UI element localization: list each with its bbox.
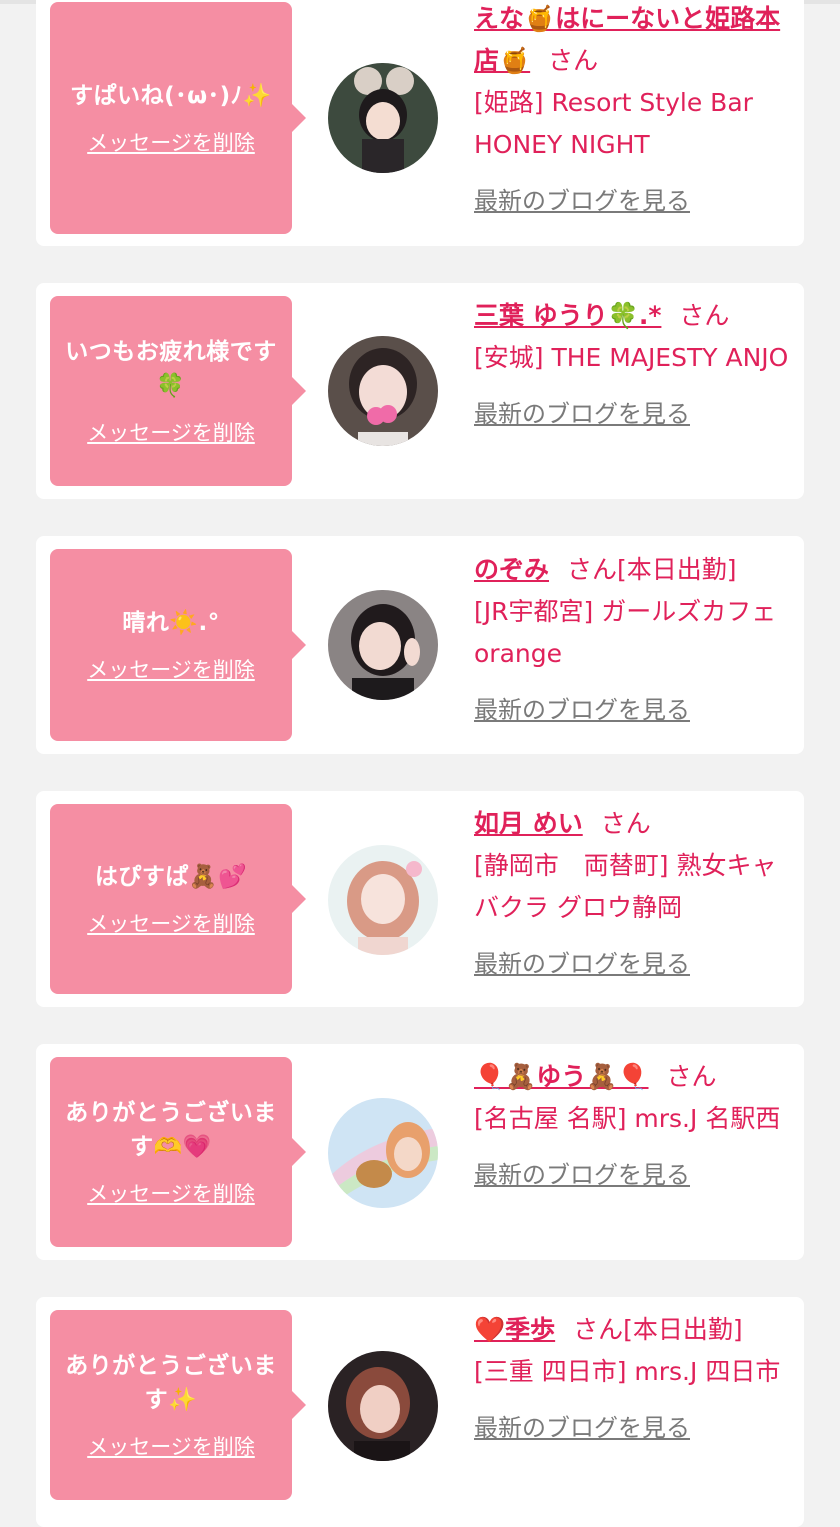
message-card: 晴れ☀️.° メッセージを削除 のぞみ さん[本日出勤] [JR宇都宮] ガールズ… — [36, 536, 804, 754]
honorific: さん — [573, 1315, 624, 1344]
message-text: 晴れ☀️.° — [122, 610, 220, 636]
avatar[interactable] — [328, 845, 438, 955]
work-status: [本日出勤] — [617, 555, 737, 584]
latest-blog-link[interactable]: 最新のブログを見る — [474, 689, 690, 731]
delete-message-link[interactable]: メッセージを削除 — [87, 127, 255, 157]
honorific: さん — [666, 1062, 717, 1091]
message-text: はぴすぱ🧸💕 — [94, 864, 248, 890]
store-name: [静岡市 両替町] 熟女キャバクラ グロウ静岡 — [474, 851, 777, 922]
store-name: [名古屋 名駅] mrs.J 名駅西 — [474, 1104, 781, 1133]
message-card: はぴすぱ🧸💕 メッセージを削除 如月 めい さん [静岡市 両替町] 熟女キャバク… — [36, 791, 804, 1007]
latest-blog-link[interactable]: 最新のブログを見る — [474, 943, 690, 985]
message-bubble: はぴすぱ🧸💕 メッセージを削除 — [50, 804, 306, 994]
avatar-photo — [328, 1098, 438, 1208]
delete-message-link[interactable]: メッセージを削除 — [87, 1431, 255, 1461]
message-bubble: すぱいね(･ω･)ﾉ✨ メッセージを削除 — [50, 2, 306, 234]
message-bubble: 晴れ☀️.° メッセージを削除 — [50, 549, 306, 741]
avatar[interactable] — [328, 1351, 438, 1461]
cast-name-link[interactable]: えな🍯はにーないと姫路本店🍯 — [474, 4, 780, 75]
cast-name-link[interactable]: のぞみ — [474, 555, 549, 584]
message-bubble: ありがとうございます🫶💗 メッセージを削除 — [50, 1057, 306, 1247]
delete-message-link[interactable]: メッセージを削除 — [87, 908, 255, 938]
avatar[interactable] — [328, 1098, 438, 1208]
avatar[interactable] — [328, 590, 438, 700]
cast-info: 三葉 ゆうり🍀.* さん [安城] THE MAJESTY ANJO 最新のブログ… — [474, 295, 796, 435]
store-name: [姫路] Resort Style Bar HONEY NIGHT — [474, 88, 753, 159]
message-card: ありがとうございます✨ メッセージを削除 ❤️季歩 さん[本日出勤] [三重 四日… — [36, 1297, 804, 1527]
cast-info: 如月 めい さん [静岡市 両替町] 熟女キャバクラ グロウ静岡 最新のブログを見… — [474, 803, 796, 985]
avatar-photo — [328, 336, 438, 446]
delete-message-link[interactable]: メッセージを削除 — [87, 654, 255, 684]
honorific: さん — [679, 301, 730, 330]
store-name: [三重 四日市] mrs.J 四日市 — [474, 1357, 781, 1386]
avatar-photo — [328, 590, 438, 700]
message-text: すぱいね(･ω･)ﾉ✨ — [70, 83, 272, 109]
cast-name-link[interactable]: 🎈🧸ゆう🧸🎈 — [474, 1062, 649, 1091]
avatar[interactable] — [328, 336, 438, 446]
cast-info: 🎈🧸ゆう🧸🎈 さん [名古屋 名駅] mrs.J 名駅西 最新のブログを見る — [474, 1056, 796, 1196]
store-name: [JR宇都宮] ガールズカフェ orange — [474, 597, 777, 668]
cast-name-link[interactable]: 三葉 ゆうり🍀.* — [474, 301, 661, 330]
honorific: さん — [567, 555, 618, 584]
latest-blog-link[interactable]: 最新のブログを見る — [474, 180, 690, 222]
cast-info: えな🍯はにーないと姫路本店🍯 さん [姫路] Resort Style Bar H… — [474, 0, 796, 222]
avatar-photo — [328, 63, 438, 173]
work-status: [本日出勤] — [623, 1315, 743, 1344]
cast-info: ❤️季歩 さん[本日出勤] [三重 四日市] mrs.J 四日市 最新のブログを見… — [474, 1309, 796, 1449]
honorific: さん — [548, 46, 599, 75]
message-text: ありがとうございます✨ — [65, 1353, 277, 1413]
delete-message-link[interactable]: メッセージを削除 — [87, 1178, 255, 1208]
latest-blog-link[interactable]: 最新のブログを見る — [474, 393, 690, 435]
latest-blog-link[interactable]: 最新のブログを見る — [474, 1154, 690, 1196]
cast-name-link[interactable]: ❤️季歩 — [474, 1315, 555, 1344]
message-text: ありがとうございます🫶💗 — [65, 1100, 277, 1160]
message-card: すぱいね(･ω･)ﾉ✨ メッセージを削除 えな🍯はにーないと姫路本店🍯 さん [姫… — [36, 0, 804, 246]
delete-message-link[interactable]: メッセージを削除 — [87, 417, 255, 447]
avatar-photo — [328, 1351, 438, 1461]
latest-blog-link[interactable]: 最新のブログを見る — [474, 1407, 690, 1449]
honorific: さん — [600, 809, 651, 838]
avatar-photo — [328, 845, 438, 955]
message-text: いつもお疲れ様です🍀 — [65, 339, 277, 399]
message-card: ありがとうございます🫶💗 メッセージを削除 🎈🧸ゆう🧸🎈 さん [名古屋 名駅] … — [36, 1044, 804, 1260]
cast-info: のぞみ さん[本日出勤] [JR宇都宮] ガールズカフェ orange 最新のブロ… — [474, 549, 796, 731]
message-bubble: いつもお疲れ様です🍀 メッセージを削除 — [50, 296, 306, 486]
store-name: [安城] THE MAJESTY ANJO — [474, 343, 789, 372]
message-card: いつもお疲れ様です🍀 メッセージを削除 三葉 ゆうり🍀.* さん [安城] THE… — [36, 283, 804, 499]
cast-name-link[interactable]: 如月 めい — [474, 809, 583, 838]
message-bubble: ありがとうございます✨ メッセージを削除 — [50, 1310, 306, 1500]
avatar[interactable] — [328, 63, 438, 173]
